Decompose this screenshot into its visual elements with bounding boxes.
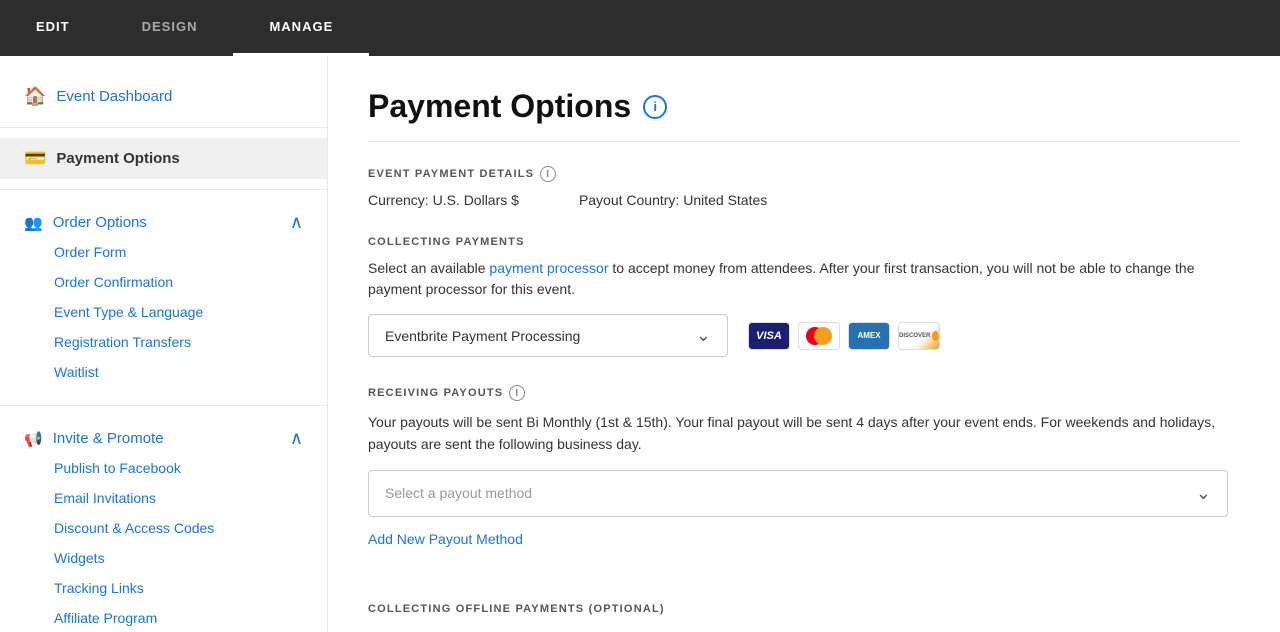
collecting-payments-label: COLLECTING PAYMENTS xyxy=(368,236,1240,248)
nav-design[interactable]: DESIGN xyxy=(106,0,234,56)
main-layout: 🏠 Event Dashboard 💳 Payment Options 👥 Or… xyxy=(0,56,1280,632)
sidebar-item-tracking-links[interactable]: Tracking Links xyxy=(0,573,327,603)
receiving-payouts-label: RECEIVING PAYOUTS i xyxy=(368,385,1240,401)
sidebar-payment-options-label: Payment Options xyxy=(56,150,179,167)
invite-promote-chevron-icon: ∧ xyxy=(290,428,303,449)
card-icons-row: VISA AMEX DISCOVER xyxy=(748,322,940,350)
sidebar-item-registration-transfers[interactable]: Registration Transfers xyxy=(0,327,327,357)
sidebar-item-event-type-language[interactable]: Event Type & Language xyxy=(0,297,327,327)
sidebar-invite-promote-header[interactable]: 📢 Invite & Promote ∧ xyxy=(0,416,327,453)
collecting-payments-section: COLLECTING PAYMENTS Select an available … xyxy=(368,236,1240,357)
order-options-sub-items: Order Form Order Confirmation Event Type… xyxy=(0,237,327,395)
sidebar-item-order-confirmation[interactable]: Order Confirmation xyxy=(0,267,327,297)
invite-promote-icon: 📢 xyxy=(24,430,43,448)
event-payment-details-label: EVENT PAYMENT DETAILS i xyxy=(368,166,1240,182)
amex-card-icon: AMEX xyxy=(848,322,890,350)
credit-card-icon: 💳 xyxy=(24,148,46,169)
page-title-row: Payment Options i xyxy=(368,88,1240,142)
page-title: Payment Options xyxy=(368,88,631,125)
invite-promote-sub-items: Publish to Facebook Email Invitations Di… xyxy=(0,453,327,632)
receiving-payouts-info-icon[interactable]: i xyxy=(509,385,525,401)
sidebar-divider-1 xyxy=(0,127,327,128)
payout-method-select[interactable]: Select a payout method ⌄ xyxy=(368,470,1228,517)
visa-card-icon: VISA xyxy=(748,322,790,350)
payment-processor-link[interactable]: payment processor xyxy=(489,260,608,276)
payout-select-chevron-icon: ⌄ xyxy=(1196,483,1211,504)
sidebar-item-affiliate-program[interactable]: Affiliate Program xyxy=(0,603,327,632)
sidebar-item-email-invitations[interactable]: Email Invitations xyxy=(0,483,327,513)
sidebar-order-options-label: Order Options xyxy=(53,214,147,231)
currency-payout-row: Currency: U.S. Dollars $ Payout Country:… xyxy=(368,192,1240,208)
discover-card-icon: DISCOVER xyxy=(898,322,940,350)
main-content: Payment Options i EVENT PAYMENT DETAILS … xyxy=(328,56,1280,632)
collecting-payments-text: Select an available payment processor to… xyxy=(368,258,1240,300)
receiving-payouts-section: RECEIVING PAYOUTS i Your payouts will be… xyxy=(368,385,1240,575)
sidebar-item-discount-access-codes[interactable]: Discount & Access Codes xyxy=(0,513,327,543)
event-payment-details-section: EVENT PAYMENT DETAILS i Currency: U.S. D… xyxy=(368,166,1240,208)
order-options-chevron-icon: ∧ xyxy=(290,212,303,233)
nav-edit[interactable]: EDIT xyxy=(0,0,106,56)
page-title-info-icon[interactable]: i xyxy=(643,95,667,119)
sidebar-item-waitlist[interactable]: Waitlist xyxy=(0,357,327,387)
event-payment-details-info-icon[interactable]: i xyxy=(540,166,556,182)
sidebar: 🏠 Event Dashboard 💳 Payment Options 👥 Or… xyxy=(0,56,328,632)
top-navigation: EDIT DESIGN MANAGE xyxy=(0,0,1280,56)
sidebar-item-widgets[interactable]: Widgets xyxy=(0,543,327,573)
processor-select-row: Eventbrite Payment Processing ⌄ VISA AME… xyxy=(368,314,1240,357)
processor-select[interactable]: Eventbrite Payment Processing ⌄ xyxy=(368,314,728,357)
sidebar-item-order-form[interactable]: Order Form xyxy=(0,237,327,267)
order-options-icon: 👥 xyxy=(24,214,43,232)
mastercard-card-icon xyxy=(798,322,840,350)
processor-select-value: Eventbrite Payment Processing xyxy=(385,328,580,344)
collecting-offline-section: COLLECTING OFFLINE PAYMENTS (OPTIONAL) xyxy=(368,603,1240,615)
receiving-payouts-text: Your payouts will be sent Bi Monthly (1s… xyxy=(368,411,1240,456)
collecting-offline-label: COLLECTING OFFLINE PAYMENTS (OPTIONAL) xyxy=(368,603,1240,615)
payout-select-placeholder: Select a payout method xyxy=(385,485,532,501)
currency-label: Currency: U.S. Dollars $ xyxy=(368,192,519,208)
sidebar-item-publish-facebook[interactable]: Publish to Facebook xyxy=(0,453,327,483)
sidebar-event-dashboard-label: Event Dashboard xyxy=(56,88,172,105)
add-payout-method-link[interactable]: Add New Payout Method xyxy=(368,531,523,547)
processor-select-chevron-icon: ⌄ xyxy=(696,325,711,346)
sidebar-invite-promote-label: Invite & Promote xyxy=(53,430,164,447)
sidebar-order-options-header[interactable]: 👥 Order Options ∧ xyxy=(0,200,327,237)
sidebar-item-event-dashboard[interactable]: 🏠 Event Dashboard xyxy=(0,76,327,117)
sidebar-item-payment-options[interactable]: 💳 Payment Options xyxy=(0,138,327,179)
sidebar-divider-2 xyxy=(0,189,327,190)
home-icon: 🏠 xyxy=(24,86,46,107)
payout-country-label: Payout Country: United States xyxy=(579,192,767,208)
sidebar-divider-3 xyxy=(0,405,327,406)
nav-manage[interactable]: MANAGE xyxy=(233,0,369,56)
